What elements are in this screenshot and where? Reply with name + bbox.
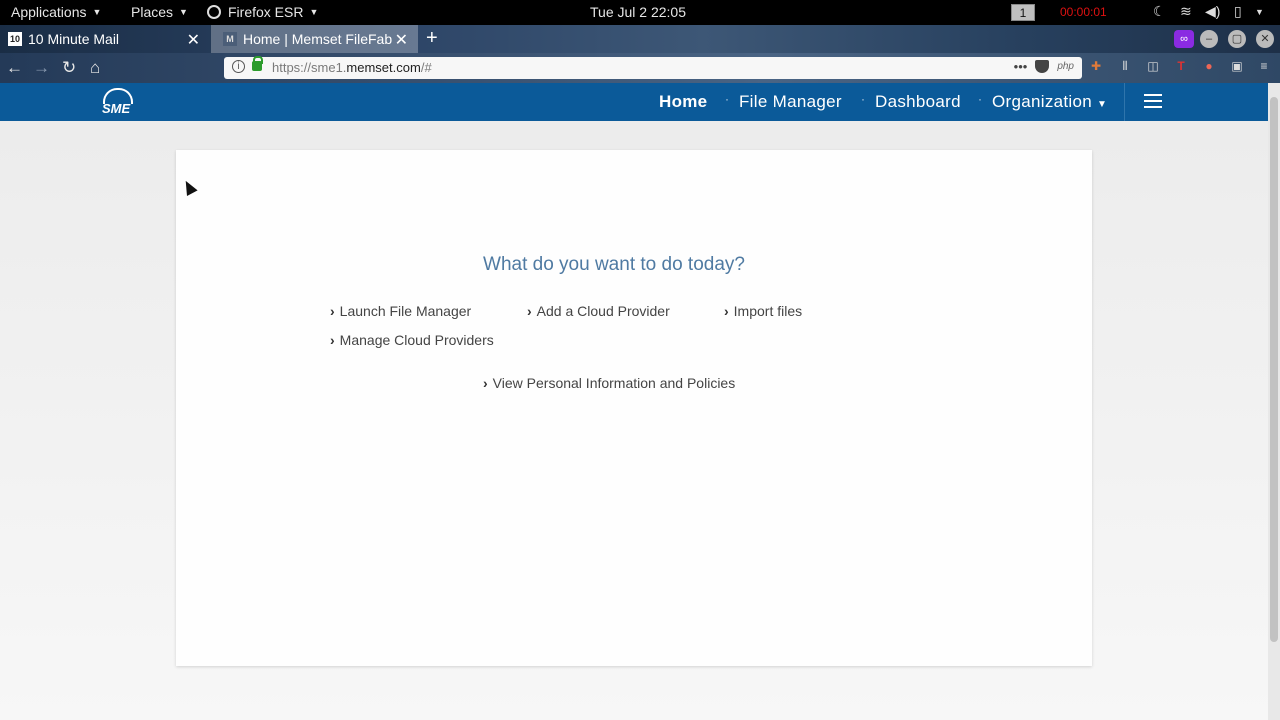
- chevron-right-icon: ›: [330, 332, 335, 348]
- translate-icon[interactable]: T: [1173, 59, 1189, 75]
- launch-file-manager-link[interactable]: › Launch File Manager: [330, 303, 471, 319]
- site-header: SME Home · File Manager · Dashboard · Or…: [0, 83, 1268, 121]
- addon-badge-icon[interactable]: ▣: [1229, 59, 1245, 75]
- home-icon[interactable]: ⌂: [90, 58, 100, 78]
- workspace-indicator[interactable]: 1: [1011, 4, 1035, 21]
- page-actions-menu-icon[interactable]: •••: [1014, 59, 1028, 74]
- private-browsing-mask-icon: ∞: [1174, 30, 1194, 48]
- tab-title: Home | Memset FileFab: [243, 31, 393, 47]
- addon-icon[interactable]: ●: [1201, 59, 1217, 75]
- php-extension-label[interactable]: php: [1057, 61, 1074, 72]
- memset-favicon-icon: M: [223, 32, 237, 46]
- extension-icon[interactable]: ✚: [1088, 59, 1104, 75]
- page-scrollbar[interactable]: [1268, 83, 1280, 720]
- tab-strip: 10 10 Minute Mail ✕ M Home | Memset File…: [0, 25, 1280, 53]
- nav-file-manager[interactable]: File Manager: [739, 92, 842, 112]
- nav-dashboard[interactable]: Dashboard: [875, 92, 961, 112]
- hamburger-menu-icon[interactable]: ≡: [1256, 59, 1272, 75]
- volume-icon[interactable]: ◀): [1205, 3, 1220, 20]
- chevron-right-icon: ›: [330, 303, 335, 319]
- url-bar[interactable]: i https://sme1.memset.com/# ••• php: [224, 56, 1082, 79]
- pocket-icon[interactable]: [1035, 60, 1050, 73]
- site-info-icon[interactable]: i: [232, 60, 245, 73]
- system-menu-caret-icon[interactable]: ▼: [1255, 7, 1264, 17]
- caret-down-icon: ▼: [179, 7, 188, 17]
- recording-timer: 00:00:01: [1060, 5, 1107, 19]
- maximize-window-icon[interactable]: ▢: [1228, 30, 1246, 48]
- 10-minute-mail-favicon-icon: 10: [8, 32, 22, 46]
- sidebar-icon[interactable]: ◫: [1145, 59, 1161, 75]
- main-content: What do you want to do today? › Launch Fi…: [0, 121, 1268, 720]
- places-menu[interactable]: Places ▼: [131, 4, 188, 20]
- forward-arrow-icon[interactable]: →: [33, 58, 50, 78]
- reload-icon[interactable]: ↻: [62, 58, 76, 78]
- minimize-window-icon[interactable]: –: [1200, 30, 1218, 48]
- manage-cloud-providers-link[interactable]: › Manage Cloud Providers: [330, 332, 494, 348]
- firefox-app-menu[interactable]: Firefox ESR ▼: [207, 4, 318, 20]
- sme-logo[interactable]: SME: [100, 88, 136, 116]
- caret-down-icon: ▼: [1097, 99, 1108, 110]
- nav-organization[interactable]: Organization ▼: [992, 92, 1107, 112]
- caret-down-icon: ▼: [309, 7, 319, 17]
- tab-10-minute-mail[interactable]: 10 10 Minute Mail ✕: [0, 25, 210, 53]
- view-personal-info-link[interactable]: › View Personal Information and Policies: [483, 375, 735, 391]
- url-text[interactable]: https://sme1.memset.com/#: [272, 60, 432, 75]
- welcome-card: What do you want to do today? › Launch Fi…: [176, 150, 1092, 666]
- secure-lock-icon[interactable]: [252, 56, 263, 71]
- system-top-bar: Applications ▼ Places ▼ Firefox ESR ▼ Tue J…: [0, 0, 1280, 25]
- chevron-right-icon: ›: [483, 375, 488, 391]
- site-menu-hamburger-icon[interactable]: [1144, 94, 1162, 108]
- wifi-icon[interactable]: ≋: [1180, 3, 1192, 20]
- welcome-question: What do you want to do today?: [483, 254, 745, 275]
- clock[interactable]: Tue Jul 2 22:05: [590, 4, 686, 20]
- tab-memset-home[interactable]: M Home | Memset FileFab ✕: [211, 25, 418, 53]
- import-files-link[interactable]: › Import files: [724, 303, 802, 319]
- firefox-icon: [207, 5, 221, 19]
- close-window-icon[interactable]: ✕: [1256, 30, 1274, 48]
- battery-icon[interactable]: ▯: [1234, 3, 1242, 20]
- applications-menu[interactable]: Applications ▼: [11, 4, 101, 20]
- library-icon[interactable]: ⫴: [1117, 59, 1133, 75]
- nav-separator-dot: ·: [978, 92, 982, 106]
- new-tab-plus-icon[interactable]: +: [426, 27, 438, 50]
- header-divider: [1124, 83, 1125, 121]
- back-arrow-icon[interactable]: ←: [6, 58, 23, 78]
- night-mode-icon[interactable]: ☾: [1153, 3, 1166, 20]
- nav-separator-dot: ·: [861, 92, 865, 106]
- nav-home[interactable]: Home: [659, 92, 707, 112]
- chevron-right-icon: ›: [724, 303, 729, 319]
- nav-separator-dot: ·: [725, 92, 729, 106]
- url-bar-actions: ••• php: [1014, 59, 1074, 74]
- close-tab-icon[interactable]: ✕: [187, 30, 200, 50]
- add-cloud-provider-link[interactable]: › Add a Cloud Provider: [527, 303, 670, 319]
- navigation-toolbar: ← → ↻ ⌂ i https://sme1.memset.com/# ••• …: [0, 53, 1280, 83]
- close-tab-icon[interactable]: ✕: [395, 30, 408, 50]
- caret-down-icon: ▼: [92, 7, 102, 17]
- tab-title: 10 Minute Mail: [28, 31, 120, 47]
- chevron-right-icon: ›: [527, 303, 532, 319]
- scrollbar-thumb[interactable]: [1270, 97, 1278, 642]
